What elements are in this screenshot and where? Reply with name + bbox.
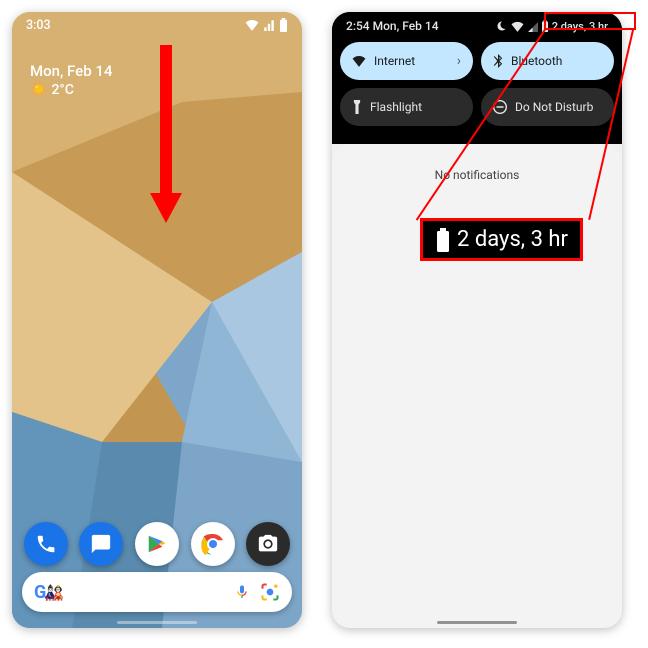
status-bar: 2:54 Mon, Feb 14 2 days, 3 hr <box>332 12 622 40</box>
qs-label: Bluetooth <box>511 54 562 68</box>
callout-zoom: 2 days, 3 hr <box>420 218 583 261</box>
temp-label: 2°C <box>51 82 73 98</box>
qs-internet[interactable]: Internet › <box>340 42 473 80</box>
wifi-icon <box>245 19 259 31</box>
callout-text: 2 days, 3 hr <box>457 227 568 252</box>
battery-icon <box>435 228 451 252</box>
notification-area[interactable]: No notifications <box>332 144 622 628</box>
qs-bluetooth[interactable]: Bluetooth <box>481 42 614 80</box>
chrome-app[interactable] <box>191 522 235 566</box>
qs-dnd[interactable]: Do Not Disturb <box>481 88 614 126</box>
signal-icon <box>263 19 275 31</box>
flashlight-icon <box>352 100 362 114</box>
qs-label: Flashlight <box>370 100 422 114</box>
dnd-icon <box>493 100 507 114</box>
chevron-right-icon: › <box>457 53 461 69</box>
dock <box>12 522 302 566</box>
camera-app[interactable] <box>246 522 290 566</box>
messages-app[interactable] <box>79 522 123 566</box>
status-bar: 3:03 <box>12 12 302 38</box>
qs-label: Do Not Disturb <box>515 100 593 114</box>
no-notifications-label: No notifications <box>435 168 520 182</box>
signal-icon <box>527 21 538 32</box>
home-screen: 3:03 Mon, Feb 14 ☀️ 2°C G 🎎 <box>12 12 302 628</box>
battery-estimate-label: 2 days, 3 hr <box>552 20 608 33</box>
date-label: Mon, Feb 14 <box>30 62 112 80</box>
wifi-icon <box>352 55 366 67</box>
search-bar[interactable]: G 🎎 <box>22 572 292 612</box>
at-a-glance[interactable]: Mon, Feb 14 ☀️ 2°C <box>30 62 112 98</box>
battery-icon <box>279 18 288 32</box>
qs-label: Internet <box>374 54 415 68</box>
play-store-app[interactable] <box>135 522 179 566</box>
notification-shade: 2:54 Mon, Feb 14 2 days, 3 hr Internet ›… <box>332 12 622 628</box>
bluetooth-icon <box>493 54 503 68</box>
status-time-date: 2:54 Mon, Feb 14 <box>346 19 439 33</box>
qs-flashlight[interactable]: Flashlight <box>340 88 473 126</box>
bedtime-icon <box>496 20 508 32</box>
weather-row: ☀️ 2°C <box>30 82 112 98</box>
nav-handle[interactable] <box>117 621 197 624</box>
lens-icon[interactable] <box>260 582 280 602</box>
mic-icon[interactable] <box>234 582 250 602</box>
battery-icon <box>541 20 549 32</box>
search-doodle-icon: 🎎 <box>44 583 64 602</box>
wifi-icon <box>511 21 524 32</box>
status-time: 3:03 <box>26 18 51 33</box>
nav-handle[interactable] <box>437 621 517 624</box>
weather-sun-icon: ☀️ <box>30 82 47 98</box>
phone-app[interactable] <box>24 522 68 566</box>
